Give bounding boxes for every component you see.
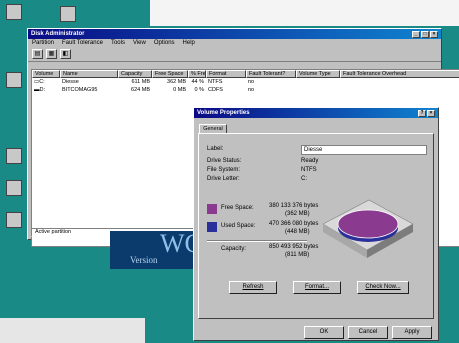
free-space-bytes: 380 133 376 bytes [269, 203, 319, 209]
free-cell: 0 MB [173, 87, 186, 93]
menu-help[interactable]: Help [183, 40, 195, 46]
name-cell: Diesse [62, 79, 79, 85]
pct-cell: 44 % [191, 79, 204, 85]
menu-partition[interactable]: Partition [32, 40, 54, 46]
close-button[interactable]: × [427, 109, 435, 117]
capacity-caption: Capacity: [221, 246, 247, 252]
column-header[interactable]: Name [60, 70, 118, 78]
dialog-title: Volume Properties [197, 110, 250, 116]
drive-letter-caption: Drive Letter: [207, 176, 240, 182]
capacity-cell: 611 MB [131, 79, 150, 85]
column-header[interactable]: Capacity [118, 70, 152, 78]
close-button[interactable]: × [430, 30, 438, 38]
free-space-mb: (362 MB) [285, 211, 310, 217]
maximize-button[interactable]: □ [421, 30, 429, 38]
column-header[interactable]: Fault Tolerant? [246, 70, 296, 78]
my-computer-icon[interactable] [6, 4, 22, 20]
ft-cell: no [248, 87, 255, 93]
help-button[interactable]: ? [418, 109, 426, 117]
desktop-icon[interactable] [60, 6, 76, 22]
desktop-icon[interactable] [6, 180, 22, 196]
column-header[interactable]: Volume [32, 70, 60, 78]
label-caption: Label: [207, 146, 224, 152]
table-row[interactable]: ▬D: BITCOMAG95 624 MB 0 MB 0 % CDFS no [32, 86, 459, 94]
window-title: Disk Administrator [31, 31, 85, 37]
free-cell: 362 MB [167, 79, 186, 85]
toolbar: ▤ ▦ ◧ [28, 47, 441, 62]
column-header[interactable]: Free Space [152, 70, 188, 78]
file-system-value: NTFS [301, 167, 317, 173]
menu-fault-tolerance[interactable]: Fault Tolerance [62, 40, 103, 46]
free-space-caption: Free Space: [221, 205, 254, 211]
check-now-button[interactable]: Check Now... [357, 281, 409, 294]
background-window [0, 318, 145, 343]
capacity-mb: (811 MB) [285, 252, 310, 258]
apply-button[interactable]: Apply [392, 326, 432, 339]
used-space-caption: Used Space: [221, 223, 256, 229]
free-space-swatch [207, 204, 217, 214]
used-space-mb: (448 MB) [285, 229, 310, 235]
title-bar[interactable]: Disk Administrator _ □ × [28, 29, 441, 39]
desktop-icon[interactable] [6, 148, 22, 164]
used-space-bytes: 470 366 080 bytes [269, 221, 319, 227]
ft-cell: no [248, 79, 255, 85]
drive-cell: ▭C: [34, 79, 45, 85]
menu-tools[interactable]: Tools [111, 40, 125, 46]
pct-cell: 0 % [194, 87, 204, 93]
divider [207, 240, 307, 242]
menu-options[interactable]: Options [154, 40, 175, 46]
capacity-cell: 624 MB [131, 87, 150, 93]
column-header[interactable]: Fault Tolerance Overhead [340, 70, 459, 78]
table-row[interactable]: ▭C: Diesse 611 MB 362 MB 44 % NTFS no [32, 78, 459, 86]
file-system-caption: File System: [207, 167, 241, 173]
menu-view[interactable]: View [133, 40, 146, 46]
desktop-icon[interactable] [6, 212, 22, 228]
disk-usage-pie [322, 199, 414, 258]
disk-view-icon[interactable]: ▤ [32, 49, 43, 59]
properties-icon[interactable]: ◧ [60, 49, 71, 59]
cancel-button[interactable]: Cancel [348, 326, 388, 339]
minimize-button[interactable]: _ [412, 30, 420, 38]
free-space-slice [337, 209, 399, 239]
column-header[interactable]: Volume Type [296, 70, 340, 78]
name-cell: BITCOMAG95 [62, 87, 98, 93]
volume-properties-dialog[interactable]: Volume Properties ? × General Label: Die… [193, 107, 439, 341]
column-header[interactable]: Format [206, 70, 246, 78]
drive-letter-value: C: [301, 176, 307, 182]
column-header[interactable]: % Free [188, 70, 206, 78]
table-header: Volume Name Capacity Free Space % Free F… [32, 70, 459, 78]
drive-status-caption: Drive Status: [207, 158, 242, 164]
capacity-bytes: 850 493 952 bytes [269, 244, 319, 250]
menu-bar: Partition Fault Tolerance Tools View Opt… [28, 39, 441, 47]
desktop-icon[interactable] [6, 72, 22, 88]
used-space-swatch [207, 222, 217, 232]
ok-button[interactable]: OK [304, 326, 344, 339]
general-panel: Label: Diesse Drive Status: Ready File S… [198, 133, 434, 319]
background-window [150, 0, 459, 26]
banner-subtext: Version [130, 255, 158, 265]
format-button[interactable]: Format... [293, 281, 341, 294]
format-cell: NTFS [208, 79, 223, 85]
refresh-button[interactable]: Refresh [229, 281, 277, 294]
drive-status-value: Ready [301, 158, 319, 164]
label-input[interactable]: Diesse [301, 145, 427, 155]
drive-cell: ▬D: [34, 87, 45, 93]
volume-view-icon[interactable]: ▦ [46, 49, 57, 59]
dialog-title-bar[interactable]: Volume Properties ? × [194, 108, 438, 118]
format-cell: CDFS [208, 87, 223, 93]
